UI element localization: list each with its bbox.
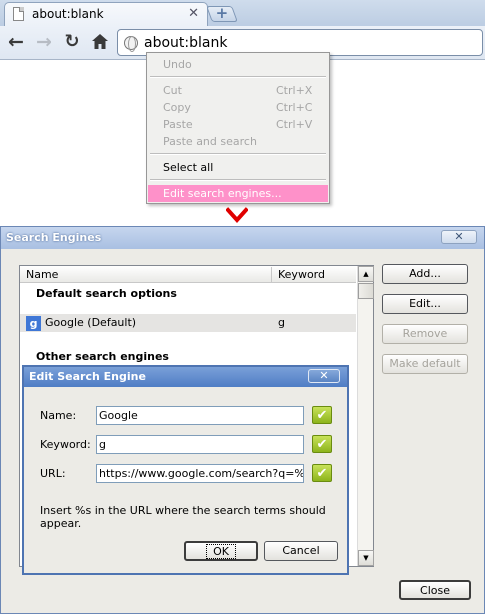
menu-item-paste[interactable]: Paste Ctrl+V <box>148 116 328 133</box>
dialog-close-button[interactable]: ✕ <box>308 369 340 383</box>
list-header: Name Keyword <box>20 266 356 283</box>
remove-button[interactable]: Remove <box>382 324 468 344</box>
plus-icon: + <box>215 4 229 22</box>
valid-check-icon: ✔ <box>312 464 332 482</box>
menu-separator <box>150 153 326 155</box>
edit-search-engine-dialog: Edit Search Engine ✕ Name: Google ✔ Keyw… <box>22 365 349 575</box>
menu-separator <box>150 76 326 78</box>
add-button[interactable]: Add... <box>382 264 468 284</box>
name-label: Name: <box>40 409 77 422</box>
down-arrow-icon <box>226 207 248 223</box>
back-button[interactable]: ← <box>4 30 28 54</box>
keyword-field[interactable]: g <box>96 435 304 454</box>
new-tab-button[interactable]: + <box>206 4 238 22</box>
column-divider[interactable] <box>271 267 272 282</box>
url-hint-text: Insert %s in the URL where the search te… <box>40 504 326 530</box>
cancel-button[interactable]: Cancel <box>264 541 338 561</box>
edit-button[interactable]: Edit... <box>382 294 468 314</box>
dialog-titlebar: Search Engines ✕ <box>1 227 484 249</box>
menu-item-cut[interactable]: Cut Ctrl+X <box>148 82 328 99</box>
scroll-up-icon[interactable]: ▲ <box>358 266 374 282</box>
vertical-scrollbar[interactable]: ▲ ▼ <box>357 266 374 566</box>
browser-tab[interactable]: about:blank ✕ <box>4 2 208 26</box>
url-field[interactable]: https://www.google.com/search?q=%s <box>96 464 304 483</box>
page-icon <box>13 7 24 21</box>
column-header-name[interactable]: Name <box>26 268 58 281</box>
engine-name: Google (Default) <box>45 316 137 329</box>
menu-item-undo[interactable]: Undo <box>148 56 328 73</box>
context-menu: Undo Cut Ctrl+X Copy Ctrl+C Paste Ctrl+V… <box>146 52 330 204</box>
menu-item-select-all[interactable]: Select all <box>148 159 328 176</box>
menu-item-edit-search-engines[interactable]: Edit search engines... <box>148 185 328 202</box>
globe-icon <box>124 36 138 52</box>
valid-check-icon: ✔ <box>312 435 332 453</box>
back-arrow-icon: ← <box>8 31 24 53</box>
column-header-keyword[interactable]: Keyword <box>278 268 325 281</box>
list-item[interactable]: g Google (Default) g <box>20 314 356 332</box>
dialog-title: Edit Search Engine <box>29 370 146 383</box>
google-icon: g <box>26 316 41 331</box>
forward-arrow-icon: → <box>36 31 52 53</box>
dialog-close-button[interactable]: ✕ <box>441 230 477 244</box>
engine-keyword: g <box>278 316 285 329</box>
menu-item-paste-and-search[interactable]: Paste and search <box>148 133 328 150</box>
reload-icon: ↻ <box>64 31 80 52</box>
reload-button[interactable]: ↻ <box>60 30 84 54</box>
dialog-title: Search Engines <box>6 231 102 244</box>
home-button[interactable] <box>88 30 112 54</box>
scrollbar-thumb[interactable] <box>358 283 374 299</box>
forward-button[interactable]: → <box>32 30 56 54</box>
menu-item-copy[interactable]: Copy Ctrl+C <box>148 99 328 116</box>
tab-strip: about:blank ✕ + <box>0 0 485 26</box>
name-field[interactable]: Google <box>96 406 304 425</box>
tab-title: about:blank <box>32 7 104 21</box>
close-icon: ✕ <box>319 369 329 382</box>
group-header-other: Other search engines <box>36 350 169 363</box>
scroll-down-icon[interactable]: ▼ <box>358 550 374 566</box>
close-button[interactable]: Close <box>399 580 471 600</box>
close-icon: ✕ <box>454 230 464 243</box>
url-label: URL: <box>40 467 66 480</box>
address-bar-url: about:blank <box>144 35 228 51</box>
ok-button[interactable]: OK <box>184 541 258 561</box>
valid-check-icon: ✔ <box>312 406 332 424</box>
tab-close-icon[interactable]: ✕ <box>188 6 199 21</box>
ok-button-label: OK <box>206 544 236 559</box>
group-header-default: Default search options <box>36 287 177 300</box>
dialog-titlebar: Edit Search Engine ✕ <box>24 367 347 387</box>
home-icon <box>92 34 108 49</box>
keyword-label: Keyword: <box>40 438 91 451</box>
make-default-button[interactable]: Make default <box>382 354 468 374</box>
menu-separator <box>150 179 326 181</box>
